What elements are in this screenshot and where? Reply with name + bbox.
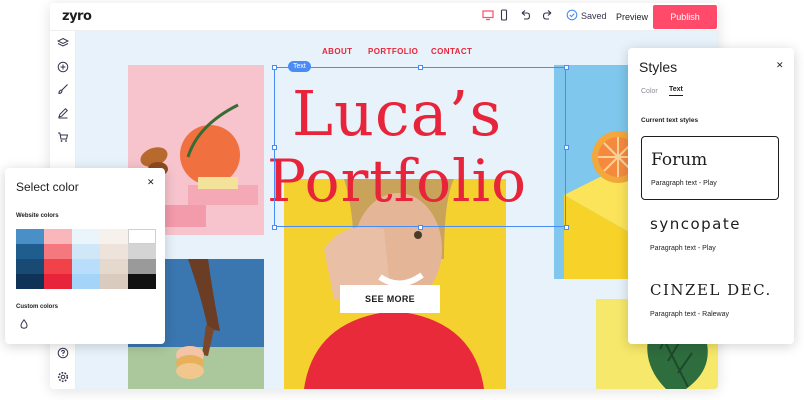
saved-status: Saved	[581, 11, 607, 21]
resize-handle-bottom-left[interactable]	[272, 225, 277, 230]
color-swatch[interactable]	[44, 259, 72, 274]
color-swatch[interactable]	[128, 229, 156, 244]
current-text-styles-label: Current text styles	[641, 117, 699, 124]
check-circle-icon	[564, 9, 580, 25]
color-swatch[interactable]	[16, 244, 44, 259]
website-colors-label: Website colors	[16, 213, 59, 219]
settings-icon[interactable]	[55, 371, 71, 387]
style-paragraph-font: Paragraph text - Raleway	[650, 311, 729, 318]
publish-button[interactable]: Publish	[653, 5, 717, 29]
see-more-button[interactable]: SEE MORE	[340, 285, 440, 313]
close-icon[interactable]: ✕	[147, 177, 155, 188]
style-font-name: Forum	[651, 150, 708, 170]
select-color-panel: Select color ✕ Website colors Custom col…	[5, 168, 165, 344]
text-style-card-syncopate[interactable]: syncopate Paragraph text - Play	[641, 202, 779, 266]
color-swatch[interactable]	[72, 244, 100, 259]
resize-handle-left[interactable]	[272, 145, 277, 150]
nav-link-contact[interactable]: CONTACT	[431, 47, 472, 56]
styles-panel: Styles ✕ Color Text Current text styles …	[628, 48, 794, 344]
undo-icon[interactable]	[517, 9, 533, 25]
zyro-logo: zyro	[62, 9, 92, 24]
nav-link-about[interactable]: ABOUT	[322, 47, 352, 56]
color-swatch[interactable]	[72, 259, 100, 274]
layers-icon[interactable]	[55, 37, 71, 53]
resize-handle-top-left[interactable]	[272, 65, 277, 70]
redo-icon[interactable]	[540, 9, 556, 25]
color-swatch[interactable]	[16, 229, 44, 244]
panel-title: Select color	[16, 180, 79, 194]
color-swatch[interactable]	[44, 244, 72, 259]
color-swatch[interactable]	[100, 244, 128, 259]
tab-color[interactable]: Color	[641, 88, 658, 95]
preview-button[interactable]: Preview	[610, 7, 654, 27]
resize-handle-top[interactable]	[418, 65, 423, 70]
resize-handle-bottom-right[interactable]	[564, 225, 569, 230]
text-selection-box[interactable]	[274, 67, 566, 227]
website-color-swatches	[16, 229, 156, 289]
mobile-icon[interactable]	[496, 9, 512, 25]
element-type-tag: Text	[288, 61, 311, 72]
custom-colors-label: Custom colors	[16, 304, 59, 310]
color-swatch[interactable]	[16, 259, 44, 274]
color-swatch[interactable]	[44, 229, 72, 244]
style-paragraph-font: Paragraph text - Play	[650, 245, 716, 252]
close-icon[interactable]: ✕	[776, 60, 784, 71]
style-font-name: CINZEL DEC.	[650, 281, 772, 299]
desktop-icon[interactable]	[480, 9, 496, 25]
text-style-card-cinzel[interactable]: CINZEL DEC. Paragraph text - Raleway	[641, 268, 779, 332]
panel-title: Styles	[639, 59, 678, 75]
brush-icon[interactable]	[55, 83, 71, 99]
text-style-card-forum[interactable]: Forum Paragraph text - Play	[641, 136, 779, 200]
color-swatch[interactable]	[128, 274, 156, 289]
website-canvas[interactable]: ABOUT PORTFOLIO CONTACT Luca’s Portfolio…	[76, 31, 718, 389]
color-swatch[interactable]	[128, 244, 156, 259]
color-swatch[interactable]	[100, 229, 128, 244]
color-swatch[interactable]	[100, 259, 128, 274]
color-swatch[interactable]	[72, 229, 100, 244]
add-icon[interactable]	[55, 61, 71, 77]
color-swatch[interactable]	[72, 274, 100, 289]
top-toolbar: zyro Saved Preview Publish	[50, 3, 718, 31]
resize-handle-bottom[interactable]	[418, 225, 423, 230]
color-swatch[interactable]	[44, 274, 72, 289]
color-swatch[interactable]	[16, 274, 44, 289]
pen-icon[interactable]	[55, 107, 71, 123]
style-font-name: syncopate	[650, 215, 741, 233]
resize-handle-right[interactable]	[564, 145, 569, 150]
color-swatch[interactable]	[100, 274, 128, 289]
resize-handle-top-right[interactable]	[564, 65, 569, 70]
nav-link-portfolio[interactable]: PORTFOLIO	[368, 47, 418, 56]
cart-icon[interactable]	[55, 131, 71, 147]
droplet-icon[interactable]	[20, 318, 28, 331]
tab-text[interactable]: Text	[669, 86, 683, 96]
help-icon[interactable]	[55, 347, 71, 363]
style-paragraph-font: Paragraph text - Play	[651, 180, 717, 187]
color-swatch[interactable]	[128, 259, 156, 274]
